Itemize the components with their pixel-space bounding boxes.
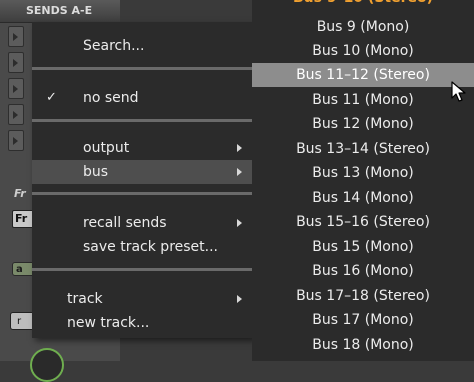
menu-separator	[32, 192, 252, 195]
bus-item[interactable]: Bus 11 (Mono)	[252, 88, 474, 112]
menu-label-save-track-preset: save track preset...	[83, 239, 218, 255]
bus-item[interactable]: Bus 15 (Mono)	[252, 235, 474, 259]
menu-item-no-send[interactable]: ✓ no send	[32, 86, 252, 110]
bus-item[interactable]: Bus 17–18 (Stereo)	[252, 284, 474, 308]
menu-item-new-track[interactable]: new track...	[32, 311, 252, 335]
bus-item[interactable]: Bus 13–14 (Stereo)	[252, 137, 474, 161]
bus-item[interactable]: Bus 15–16 (Stereo)	[252, 210, 474, 234]
menu-item-output[interactable]: output	[32, 136, 252, 160]
bus-item-partial[interactable]: Bus 9–10 (Stereo)	[252, 0, 474, 10]
chevron-right-icon	[237, 295, 242, 303]
sends-context-menu: Search... ✓ no send output bus recall se…	[32, 22, 253, 338]
bus-item[interactable]: Bus 18 (Mono)	[252, 333, 474, 357]
bus-item[interactable]: Bus 13 (Mono)	[252, 161, 474, 185]
checkmark-icon: ✓	[46, 90, 57, 105]
bus-submenu: Bus 9–10 (Stereo) Bus 9 (Mono) Bus 10 (M…	[252, 0, 474, 361]
send-slot-d[interactable]	[8, 104, 24, 125]
pan-knob[interactable]	[30, 348, 64, 382]
bus-item[interactable]: Bus 14 (Mono)	[252, 186, 474, 210]
menu-label-bus: bus	[83, 164, 109, 180]
chevron-right-icon	[237, 219, 242, 227]
bus-item[interactable]: Bus 17 (Mono)	[252, 308, 474, 332]
sends-header: SENDS A-E	[0, 0, 120, 23]
send-slot-b[interactable]	[8, 52, 24, 73]
bus-item[interactable]: Bus 10 (Mono)	[252, 39, 474, 63]
menu-label-track: track	[67, 291, 103, 307]
bus-item-highlighted[interactable]: Bus 11–12 (Stereo)	[252, 63, 474, 87]
bus-item[interactable]: Bus 9 (Mono)	[252, 15, 474, 39]
menu-label-search: Search...	[83, 38, 145, 54]
chevron-right-icon	[237, 144, 242, 152]
menu-separator	[32, 67, 252, 70]
menu-separator	[32, 119, 252, 122]
chevron-right-icon	[237, 168, 242, 176]
menu-item-save-track-preset[interactable]: save track preset...	[32, 235, 252, 259]
bus-item[interactable]: Bus 12 (Mono)	[252, 112, 474, 136]
menu-item-search[interactable]: Search...	[32, 34, 252, 58]
send-slot-c[interactable]	[8, 78, 24, 99]
menu-item-bus[interactable]: bus	[32, 160, 252, 184]
send-slot-a[interactable]	[8, 26, 24, 47]
menu-label-output: output	[83, 140, 130, 156]
menu-label-no-send: no send	[83, 90, 139, 106]
bus-item[interactable]: Bus 16 (Mono)	[252, 259, 474, 283]
menu-label-recall-sends: recall sends	[83, 215, 167, 231]
menu-label-new-track: new track...	[67, 315, 150, 331]
menu-item-recall-sends[interactable]: recall sends	[32, 211, 252, 235]
send-slot-e[interactable]	[8, 130, 24, 151]
sends-title: SENDS A-E	[26, 4, 93, 17]
menu-separator	[32, 268, 252, 271]
menu-item-track[interactable]: track	[32, 287, 252, 311]
mouse-pointer-icon	[451, 81, 466, 102]
